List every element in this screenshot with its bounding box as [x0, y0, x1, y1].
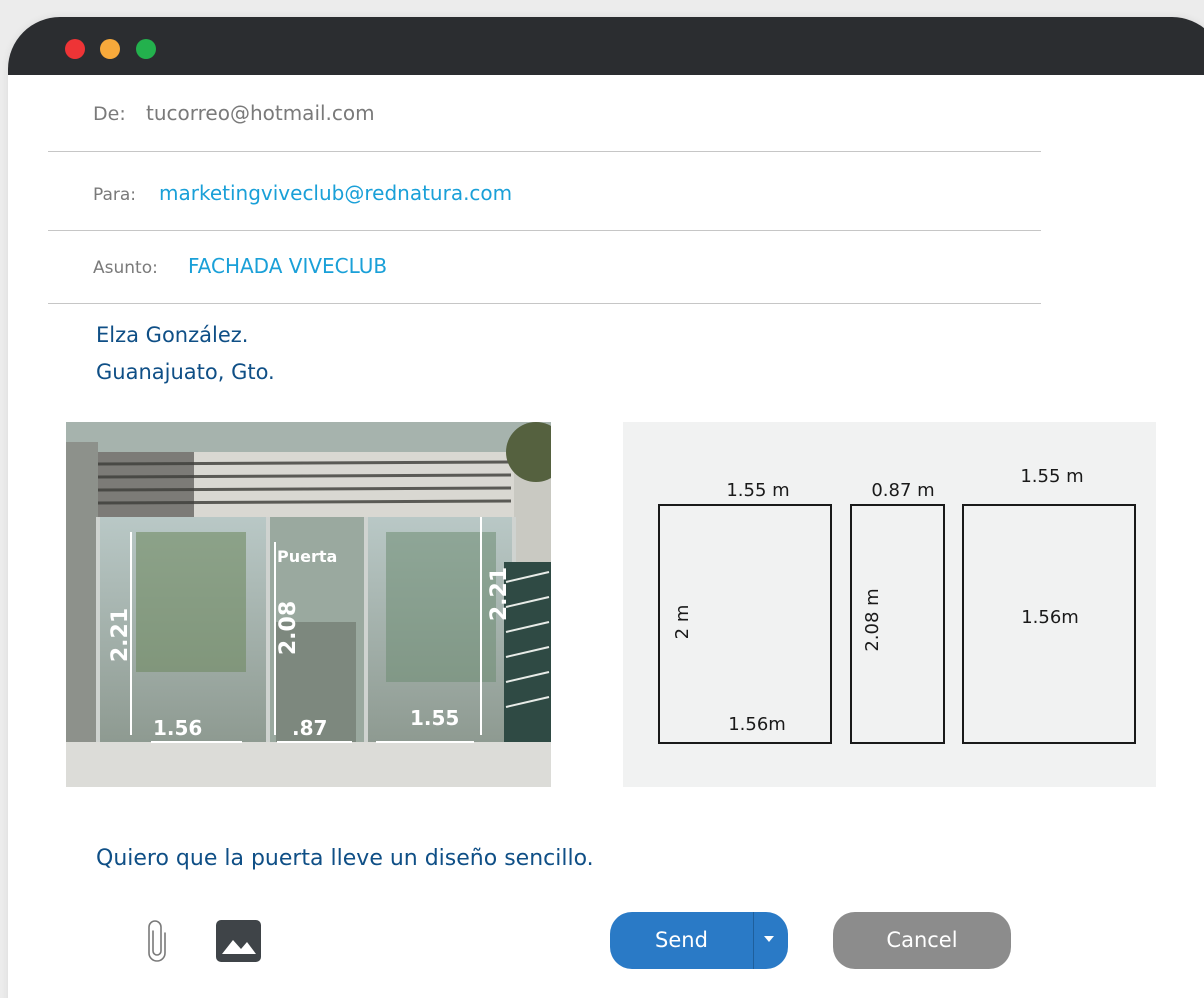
to-label: Para: [93, 185, 137, 205]
photo-height-right: 2.21 [487, 567, 512, 621]
to-field[interactable]: Para: marketingviveclub@rednatura.com [48, 152, 1041, 231]
send-divider [753, 912, 754, 969]
subject-label: Asunto: [93, 258, 158, 278]
send-options-chevron-down-icon[interactable] [764, 936, 774, 942]
send-label: Send [655, 928, 708, 952]
subject-field[interactable]: Asunto: FACHADA VIVECLUB [48, 231, 1041, 304]
email-window: De: tucorreo@hotmail.com Para: marketing… [8, 17, 1204, 998]
image-icon[interactable] [216, 920, 261, 962]
right-center-measure: 1.56m [1021, 607, 1079, 628]
subject-value[interactable]: FACHADA VIVECLUB [188, 254, 387, 278]
measurement-diagram: 1.55 m 2 m 1.56m 0.87 m 2.08 m 1.55 m 1.… [623, 422, 1156, 787]
message-body[interactable]: Quiero que la puerta lleve un diseño sen… [96, 846, 594, 871]
from-value[interactable]: tucorreo@hotmail.com [146, 101, 375, 125]
send-button[interactable]: Send [610, 912, 788, 969]
sender-name: Elza González. [96, 323, 249, 347]
paperclip-icon[interactable] [145, 917, 169, 963]
photo-width-right: 1.55 [410, 706, 459, 730]
left-bottom-measure: 1.56m [728, 714, 786, 735]
middle-side-measure: 2.08 m [862, 588, 883, 651]
maximize-window-button[interactable] [136, 39, 156, 59]
title-bar [8, 17, 1204, 75]
minimize-window-button[interactable] [100, 39, 120, 59]
storefront-photo: Puerta 2.21 2.08 2.21 1.56 .87 1.55 [66, 422, 551, 787]
left-top-measure: 1.55 m [726, 480, 789, 501]
to-value[interactable]: marketingviveclub@rednatura.com [159, 181, 512, 205]
measurement-diagram-drawing: 1.55 m 2 m 1.56m 0.87 m 2.08 m 1.55 m 1.… [658, 466, 1136, 744]
photo-height-door: 2.08 [276, 601, 301, 655]
photo-height-left: 2.21 [108, 608, 133, 662]
sender-city: Guanajuato, Gto. [96, 360, 275, 384]
photo-width-door: .87 [292, 716, 327, 740]
storefront-photo-illustration: Puerta 2.21 2.08 2.21 1.56 .87 1.55 [66, 422, 551, 787]
photo-door-label: Puerta [277, 547, 337, 566]
cancel-button[interactable]: Cancel [833, 912, 1011, 969]
right-top-measure: 1.55 m [1020, 466, 1083, 487]
from-label: De: [93, 103, 126, 125]
left-side-measure: 2 m [672, 605, 693, 640]
from-field[interactable]: De: tucorreo@hotmail.com [48, 75, 1041, 152]
middle-top-measure: 0.87 m [871, 480, 934, 501]
photo-width-left: 1.56 [153, 716, 202, 740]
close-window-button[interactable] [65, 39, 85, 59]
